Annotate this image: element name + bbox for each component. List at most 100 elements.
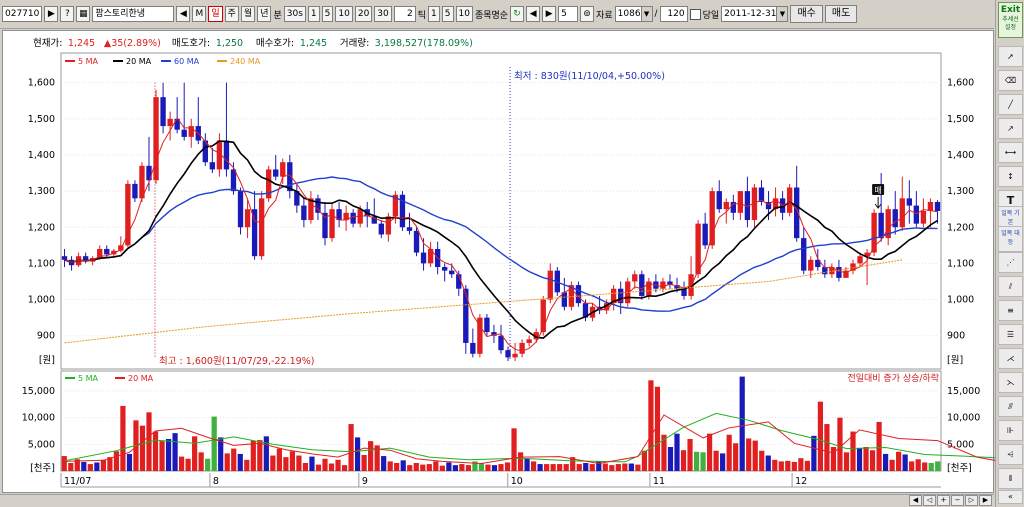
tick-5-button[interactable]: 5 [441, 6, 454, 22]
help-icon[interactable]: ? [60, 6, 75, 22]
candle-body [244, 209, 251, 228]
candle-body [104, 248, 110, 255]
volume-bar [896, 451, 902, 471]
data-count-select[interactable]: 1086 ▼ [614, 6, 653, 22]
horizontal-line-tool-icon[interactable]: ⟷ [998, 142, 1023, 163]
minute-30-button[interactable]: 30 [374, 6, 392, 22]
refresh-icon[interactable]: ↻ [510, 6, 525, 22]
tick-1-button[interactable]: 1 [428, 6, 440, 22]
candle-body [639, 274, 645, 296]
volume-bar [785, 460, 791, 471]
chart-application: 027710 ▶ ? ▦ 팜스토리한냉 ◀ M 일 주 월 년 분 30s 1 … [0, 0, 1024, 507]
zoom-out-icon[interactable]: − [951, 495, 964, 506]
volume-bar [100, 459, 106, 471]
stock-chart-svg[interactable]: 현재가: 1,245 ▲35(2.89%) 매도호가: 1,250 매수호가: 1,245 거… [3, 31, 995, 494]
cycle-line-tool-icon[interactable]: ⦀ [998, 468, 1023, 489]
sell-button[interactable]: 매도 [824, 5, 858, 23]
pointer-tool-icon[interactable]: ➚ [998, 46, 1023, 67]
exit-button[interactable]: Exit 추세선 설정 [998, 2, 1023, 38]
scroll-first-icon[interactable]: ◀ [909, 495, 922, 506]
candle-body [442, 267, 448, 271]
volume-bar [713, 450, 719, 471]
stock-name-field[interactable]: 팜스토리한냉 [92, 6, 175, 22]
trend-line-tool-icon[interactable]: ╱ [998, 94, 1023, 115]
today-checkbox[interactable] [689, 8, 701, 20]
fibonacci-tool-icon[interactable]: ⊪ [998, 420, 1023, 441]
volume-bar [341, 465, 348, 471]
volume-bar [185, 458, 191, 471]
vertical-line-tool-icon[interactable]: ↕ [998, 166, 1023, 187]
x-axis-label: 12 [795, 476, 807, 487]
eraser-tool-icon[interactable]: ⌫ [998, 70, 1023, 91]
volume-bar [289, 451, 296, 471]
candle-body [258, 198, 265, 257]
date-picker[interactable]: 2011-12-31 ▼ [721, 6, 789, 22]
page-field[interactable]: 5 [558, 6, 579, 22]
prev-arrow-icon[interactable]: ◀ [526, 6, 541, 22]
candle-body [413, 230, 420, 253]
minute-10-button[interactable]: 10 [335, 6, 353, 22]
scroll-last-icon[interactable]: ▶ [979, 495, 992, 506]
minute-select[interactable]: 30s [283, 6, 306, 22]
price-tick-label-right: 1,600 [947, 78, 974, 89]
fan-line-tool-icon[interactable]: ⋰ [998, 252, 1023, 273]
data-count-value: 1086 [617, 9, 641, 19]
stock-code-field[interactable]: 027710 [2, 6, 43, 22]
candle-body [723, 201, 729, 210]
tab-week[interactable]: 주 [224, 6, 239, 22]
play-icon[interactable]: ▶ [44, 6, 59, 22]
tick-field[interactable]: 2 [393, 6, 416, 22]
settings-icon[interactable]: ⊚ [580, 6, 595, 22]
tick-10-button[interactable]: 10 [455, 6, 473, 22]
chart-icon[interactable]: ▦ [76, 6, 91, 22]
scroll-next-icon[interactable]: ▷ [965, 495, 978, 506]
tab-day[interactable]: 일 [208, 6, 223, 22]
volume-bar [354, 437, 361, 471]
volume-bar [165, 439, 172, 471]
volume-bar [641, 450, 648, 471]
andrews-pitchfork-tool-icon[interactable]: ⩤ [998, 444, 1023, 465]
candle-body [899, 198, 905, 228]
volume-bar [530, 461, 537, 471]
volume-bar [909, 461, 915, 471]
x-axis-label: 8 [213, 476, 219, 487]
candle-body [125, 183, 131, 246]
legend-label: 5 MA [78, 57, 99, 66]
memo-icon[interactable]: M [192, 6, 207, 22]
equal-lines-tool-icon[interactable]: ☰ [998, 324, 1023, 345]
tab-year[interactable]: 년 [257, 6, 272, 22]
minute-20-button[interactable]: 20 [354, 6, 373, 22]
calendar-dropdown-icon[interactable]: ▼ [776, 7, 788, 21]
max-count-field[interactable]: 120 [659, 6, 688, 22]
gann-fan-tool-icon[interactable]: ⋌ [998, 348, 1023, 369]
volume-bar [557, 464, 563, 471]
buy-button[interactable]: 매수 [790, 5, 823, 23]
ichimoku-equal-tool[interactable]: 일목 대등 [998, 226, 1023, 252]
zoom-in-icon[interactable]: + [937, 495, 950, 506]
candle-body [146, 165, 152, 181]
channel-tool-icon[interactable]: ⫽ [998, 276, 1023, 297]
parallel-lines-tool-icon[interactable]: ≡ [998, 300, 1023, 321]
chevron-down-icon[interactable]: ▼ [640, 7, 652, 21]
buy-marker-label: 매 [874, 186, 881, 195]
gann-grid-tool-icon[interactable]: ⋋ [998, 372, 1023, 393]
minute-5-button[interactable]: 5 [321, 6, 334, 22]
volume-bar [589, 464, 595, 471]
speed-line-tool-icon[interactable]: ⫻ [998, 396, 1023, 417]
volume-bar [537, 464, 543, 471]
tab-month[interactable]: 월 [240, 6, 256, 22]
volume-bar [680, 450, 687, 471]
scroll-prev-icon[interactable]: ◁ [923, 495, 936, 506]
nav-prev-icon[interactable]: ◀ [176, 6, 191, 22]
minute-1-button[interactable]: 1 [307, 6, 320, 22]
chart-window[interactable]: 현재가: 1,245 ▲35(2.89%) 매도호가: 1,250 매수호가: 1,245 거… [2, 30, 995, 494]
volume-bar [511, 428, 517, 471]
next-arrow-icon[interactable]: ▶ [542, 6, 557, 22]
volume-bar [309, 456, 315, 471]
collapse-panel-icon[interactable]: « [998, 490, 1023, 504]
arrow-line-tool-icon[interactable]: ↗ [998, 118, 1023, 139]
candle-body [737, 191, 744, 213]
price-unit-label-right: [원] [947, 355, 963, 366]
candle-body [786, 187, 793, 213]
volume-bar [700, 452, 706, 471]
